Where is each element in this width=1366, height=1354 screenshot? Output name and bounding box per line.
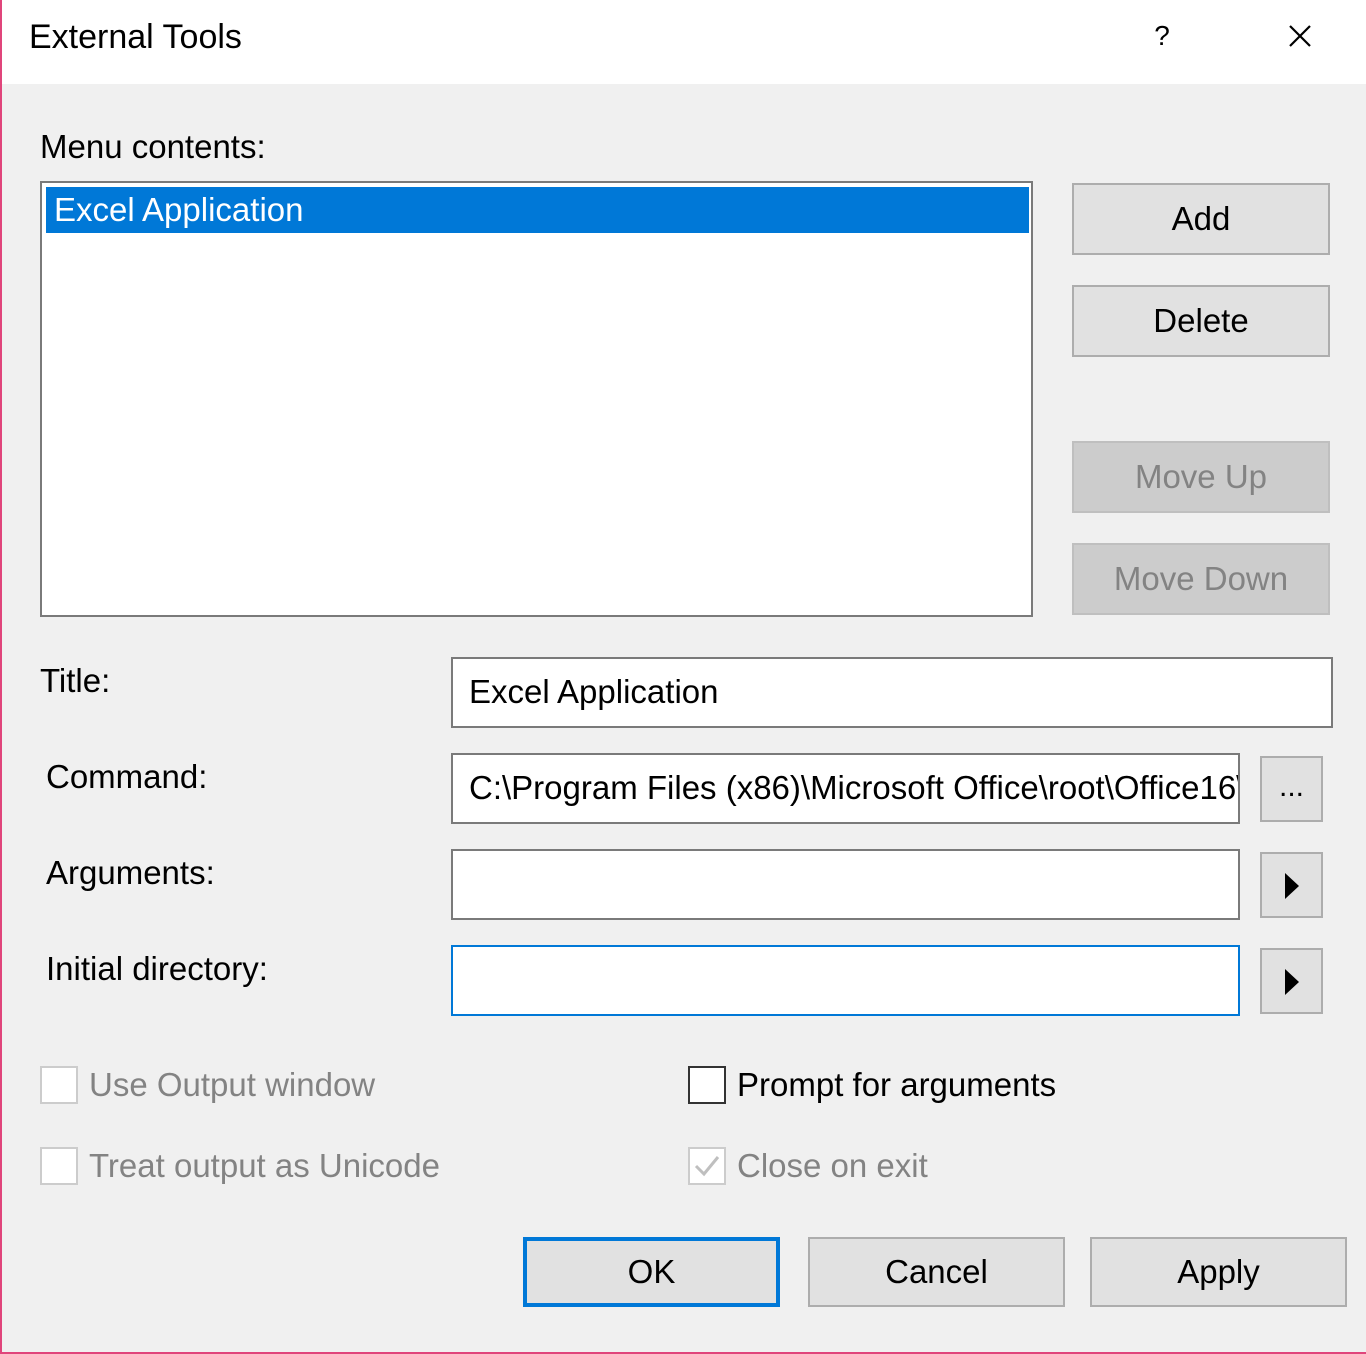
title-field[interactable]: Excel Application bbox=[451, 657, 1333, 728]
initial-directory-menu-button[interactable] bbox=[1260, 948, 1323, 1014]
close-on-exit-label: Close on exit bbox=[737, 1147, 928, 1184]
treat-output-unicode-label: Treat output as Unicode bbox=[89, 1147, 440, 1184]
checkmark-icon bbox=[694, 1156, 720, 1177]
add-button[interactable]: Add bbox=[1072, 183, 1330, 255]
title-bar: External Tools ? bbox=[2, 0, 1366, 84]
use-output-window-checkbox[interactable] bbox=[40, 1066, 78, 1104]
external-tools-dialog: External Tools ? Menu contents: Excel Ap… bbox=[0, 0, 1366, 1354]
arguments-label: Arguments: bbox=[46, 854, 215, 891]
ok-button[interactable]: OK bbox=[523, 1237, 780, 1307]
arguments-menu-button[interactable] bbox=[1260, 852, 1323, 918]
move-up-button[interactable]: Move Up bbox=[1072, 441, 1330, 513]
cancel-button[interactable]: Cancel bbox=[808, 1237, 1065, 1307]
command-label: Command: bbox=[46, 758, 208, 795]
arguments-field[interactable] bbox=[451, 849, 1240, 920]
initial-directory-field[interactable] bbox=[451, 945, 1240, 1016]
right-arrow-icon bbox=[1285, 873, 1299, 899]
help-button[interactable]: ? bbox=[1132, 14, 1192, 58]
title-label: Title: bbox=[40, 662, 111, 699]
close-button[interactable] bbox=[1274, 14, 1326, 58]
command-field[interactable]: C:\Program Files (x86)\Microsoft Office\… bbox=[451, 753, 1240, 824]
prompt-for-arguments-label: Prompt for arguments bbox=[737, 1066, 1057, 1103]
use-output-window-label: Use Output window bbox=[89, 1066, 376, 1103]
move-down-button[interactable]: Move Down bbox=[1072, 543, 1330, 615]
menu-contents-label: Menu contents: bbox=[40, 128, 266, 165]
menu-contents-list[interactable]: Excel Application bbox=[40, 181, 1033, 617]
delete-button[interactable]: Delete bbox=[1072, 285, 1330, 357]
close-icon bbox=[1289, 25, 1311, 47]
window-title: External Tools bbox=[29, 18, 242, 56]
initial-directory-label: Initial directory: bbox=[46, 950, 268, 987]
treat-output-unicode-checkbox[interactable] bbox=[40, 1147, 78, 1185]
apply-button[interactable]: Apply bbox=[1090, 1237, 1347, 1307]
prompt-for-arguments-checkbox[interactable] bbox=[688, 1066, 726, 1104]
close-on-exit-checkbox[interactable] bbox=[688, 1147, 726, 1185]
right-arrow-icon bbox=[1285, 969, 1299, 995]
browse-button[interactable]: ... bbox=[1260, 756, 1323, 822]
list-item[interactable]: Excel Application bbox=[46, 187, 1029, 233]
